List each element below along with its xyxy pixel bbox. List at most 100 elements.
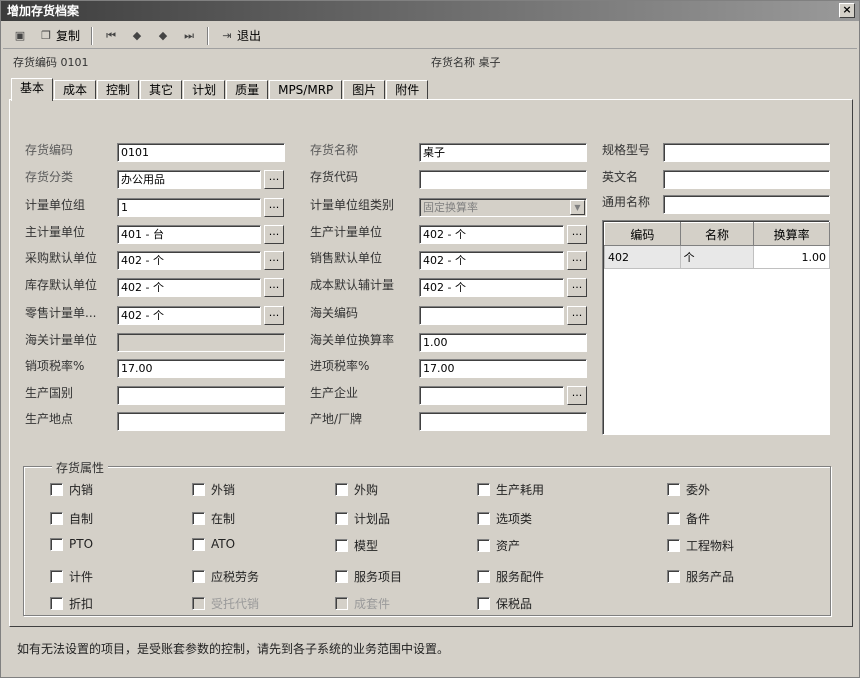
checkbox-box[interactable] <box>477 597 490 610</box>
checkbox-box[interactable] <box>50 597 63 610</box>
tab-mps-mrp[interactable]: MPS/MRP <box>269 80 343 100</box>
checkbox-engineering-material[interactable]: 工程物料 <box>667 537 734 554</box>
uom-group-field[interactable]: 1 <box>117 198 261 217</box>
origin-place-field[interactable] <box>117 412 285 431</box>
checkbox-piece-rate[interactable]: 计件 <box>50 568 93 585</box>
common-name-field[interactable] <box>663 195 830 214</box>
retail-uom-ref-button[interactable]: ... <box>264 306 284 325</box>
tab-quality[interactable]: 质量 <box>226 80 269 100</box>
checkbox-service-item[interactable]: 服务项目 <box>335 568 402 585</box>
checkbox-box[interactable] <box>335 539 348 552</box>
checkbox-production-use[interactable]: 生产耗用 <box>477 481 544 498</box>
inv-name-field[interactable]: 桌子 <box>419 143 587 162</box>
checkbox-domestic-sale[interactable]: 内销 <box>50 481 93 498</box>
stock-uom-field[interactable]: 402 - 个 <box>117 278 261 297</box>
checkbox-box[interactable] <box>335 597 348 610</box>
checkbox-box[interactable] <box>192 597 205 610</box>
customs-rate-field[interactable]: 1.00 <box>419 333 587 352</box>
main-uom-ref-button[interactable]: ... <box>264 225 284 244</box>
input-tax-field[interactable]: 17.00 <box>419 359 587 378</box>
checkbox-box[interactable] <box>477 539 490 552</box>
tab-basic[interactable]: 基本 <box>11 78 54 101</box>
checkbox-self-made[interactable]: 自制 <box>50 510 93 527</box>
checkbox-box[interactable] <box>667 570 680 583</box>
customs-uom-field[interactable] <box>117 333 285 352</box>
inv-abbr-field[interactable] <box>419 170 587 189</box>
checkbox-box[interactable] <box>477 570 490 583</box>
table-row[interactable]: 402 个 1.00 <box>604 245 830 269</box>
close-button[interactable]: × <box>839 3 855 18</box>
checkbox-box[interactable] <box>192 537 205 551</box>
sales-tax-field[interactable]: 17.00 <box>117 359 285 378</box>
checkbox-box[interactable] <box>335 483 348 496</box>
prev-record-button[interactable]: ◆ <box>126 26 148 46</box>
checkbox-kit[interactable]: 成套件 <box>335 595 390 612</box>
checkbox-spare-part[interactable]: 备件 <box>667 510 710 527</box>
next-record-button[interactable]: ◆ <box>152 26 174 46</box>
checkbox-service-product[interactable]: 服务产品 <box>667 568 734 585</box>
tab-control[interactable]: 控制 <box>97 80 140 100</box>
customs-code-field[interactable] <box>419 306 564 325</box>
grid-cell-rate[interactable]: 1.00 <box>753 245 830 269</box>
inv-class-ref-button[interactable]: ... <box>264 170 284 189</box>
checkbox-option-class[interactable]: 选项类 <box>477 510 532 527</box>
checkbox-box[interactable] <box>192 483 205 496</box>
copy-button[interactable]: ❐ 复制 <box>35 26 84 46</box>
checkbox-service-part[interactable]: 服务配件 <box>477 568 544 585</box>
tab-attachment[interactable]: 附件 <box>386 80 429 100</box>
production-uom-ref-button[interactable]: ... <box>567 225 587 244</box>
checkbox-box[interactable] <box>192 570 205 583</box>
checkbox-box[interactable] <box>667 539 680 552</box>
checkbox-box[interactable] <box>50 570 63 583</box>
stock-uom-ref-button[interactable]: ... <box>264 278 284 297</box>
grid-cell-name[interactable]: 个 <box>679 245 755 269</box>
checkbox-model[interactable]: 模型 <box>335 537 378 554</box>
sales-uom-field[interactable]: 402 - 个 <box>419 251 564 270</box>
customs-code-ref-button[interactable]: ... <box>567 306 587 325</box>
checkbox-consignment[interactable]: 受托代销 <box>192 595 259 612</box>
checkbox-box[interactable] <box>192 512 205 525</box>
checkbox-pto[interactable]: PTO <box>50 537 93 551</box>
english-name-field[interactable] <box>663 170 830 189</box>
manufacturer-ref-button[interactable]: ... <box>567 386 587 405</box>
checkbox-box[interactable] <box>50 483 63 496</box>
sales-uom-ref-button[interactable]: ... <box>567 251 587 270</box>
tab-other[interactable]: 其它 <box>140 80 183 100</box>
spec-field[interactable] <box>663 143 830 162</box>
grid-header-rate[interactable]: 换算率 <box>753 222 830 246</box>
checkbox-box[interactable] <box>477 483 490 496</box>
manufacturer-field[interactable] <box>419 386 564 405</box>
exit-button[interactable]: ⇥ 退出 <box>216 26 265 46</box>
checkbox-box[interactable] <box>667 512 680 525</box>
save-button[interactable]: ▣ <box>9 26 31 46</box>
checkbox-box[interactable] <box>477 512 490 525</box>
checkbox-planned[interactable]: 计划品 <box>335 510 390 527</box>
checkbox-ato[interactable]: ATO <box>192 537 235 551</box>
cost-uom-ref-button[interactable]: ... <box>567 278 587 297</box>
checkbox-box[interactable] <box>335 512 348 525</box>
checkbox-taxable-service[interactable]: 应税劳务 <box>192 568 259 585</box>
checkbox-discount[interactable]: 折扣 <box>50 595 93 612</box>
checkbox-outsourced[interactable]: 委外 <box>667 481 710 498</box>
checkbox-box[interactable] <box>50 512 63 525</box>
checkbox-in-process[interactable]: 在制 <box>192 510 235 527</box>
tab-cost[interactable]: 成本 <box>54 80 97 100</box>
grid-header-name[interactable]: 名称 <box>679 222 755 246</box>
checkbox-purchased[interactable]: 外购 <box>335 481 378 498</box>
brand-field[interactable] <box>419 412 587 431</box>
origin-country-field[interactable] <box>117 386 285 405</box>
checkbox-box[interactable] <box>667 483 680 496</box>
checkbox-export[interactable]: 外销 <box>192 481 235 498</box>
main-uom-field[interactable]: 401 - 台 <box>117 225 261 244</box>
grid-header-code[interactable]: 编码 <box>604 222 681 246</box>
retail-uom-field[interactable]: 402 - 个 <box>117 306 261 325</box>
uom-group-ref-button[interactable]: ... <box>264 198 284 217</box>
checkbox-asset[interactable]: 资产 <box>477 537 520 554</box>
uom-conversion-grid[interactable]: 编码 名称 换算率 402 个 1.00 <box>602 220 830 435</box>
dropdown-arrow-icon[interactable]: ▼ <box>570 200 585 215</box>
first-record-button[interactable]: ⏮ <box>100 26 122 46</box>
inv-class-field[interactable]: 办公用品 <box>117 170 261 189</box>
grid-cell-code[interactable]: 402 <box>604 245 681 269</box>
last-record-button[interactable]: ⏭ <box>178 26 200 46</box>
uom-group-type-select[interactable]: 固定换算率 ▼ <box>419 198 587 217</box>
